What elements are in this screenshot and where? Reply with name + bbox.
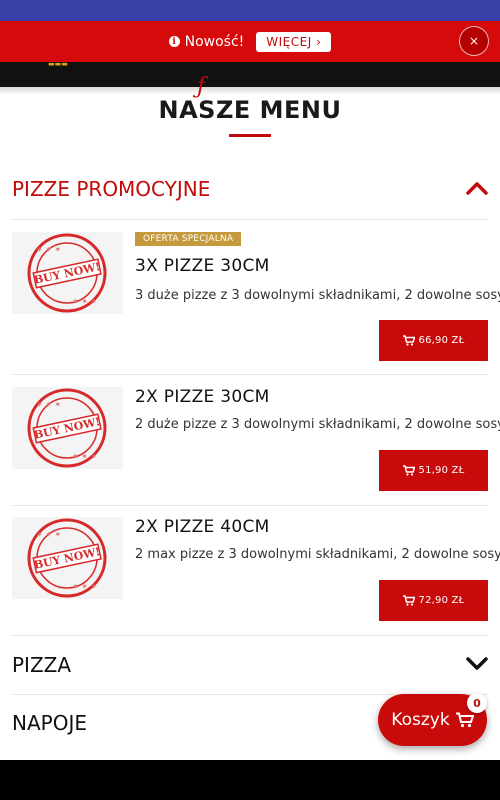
bottom-bar [0, 760, 500, 800]
chevron-down-icon[interactable] [466, 656, 488, 675]
category-pizza[interactable]: PIZZA [12, 636, 488, 694]
item-image: BUY NOW! ✶ ✶ ✶ ✶ ✶ ✶ [12, 232, 123, 314]
cart-count-badge: 0 [467, 693, 487, 713]
item-name: 2X PIZZE 40CM [135, 517, 270, 537]
menu-item: BUY NOW! ✶ ✶ ✶ ✶ ✶ ✶ 2X PIZZE 40CM 2 max… [12, 517, 500, 627]
item-name: 3X PIZZE 30CM [135, 256, 270, 276]
item-image: BUY NOW! ✶ ✶ ✶ ✶ ✶ ✶ [12, 517, 123, 599]
category-pizze-promocyjne[interactable]: PIZZE PROMOCYJNE [12, 160, 488, 218]
svg-text:✶ ✶ ✶: ✶ ✶ ✶ [36, 245, 61, 254]
svg-text:✶ ✶ ✶: ✶ ✶ ✶ [36, 530, 61, 539]
add-to-cart-button[interactable]: 51,90 ZŁ [379, 450, 488, 491]
price-label: 66,90 ZŁ [418, 335, 465, 346]
item-image: BUY NOW! ✶ ✶ ✶ ✶ ✶ ✶ [12, 387, 123, 469]
svg-text:✶ ✶ ✶: ✶ ✶ ✶ [72, 297, 97, 306]
svg-text:✶ ✶ ✶: ✶ ✶ ✶ [72, 452, 97, 461]
title-underline [229, 134, 271, 137]
svg-text:✶ ✶ ✶: ✶ ✶ ✶ [36, 400, 61, 409]
cart-icon [455, 712, 474, 728]
category-label: NAPOJE [12, 711, 87, 735]
announcement-bar: i Nowość! WIĘCEJ › [0, 21, 500, 62]
header-shadow [0, 87, 500, 95]
item-description: 2 duże pizze z 3 dowolnymi składnikami, … [135, 417, 500, 432]
category-label: PIZZE PROMOCYJNE [12, 177, 211, 201]
menu-item: BUY NOW! ✶ ✶ ✶ ✶ ✶ ✶ OFERTA SPECJALNA 3X… [12, 232, 500, 362]
item-description: 2 max pizze z 3 dowolnymi składnikami, 2… [135, 547, 500, 562]
item-description: 3 duże pizze z 3 dowolnymi składnikami, … [135, 288, 500, 303]
price-label: 72,90 ZŁ [418, 595, 465, 606]
price-label: 51,90 ZŁ [418, 465, 465, 476]
item-name: 2X PIZZE 30CM [135, 387, 270, 407]
add-to-cart-button[interactable]: 66,90 ZŁ [379, 320, 488, 361]
menu-item: BUY NOW! ✶ ✶ ✶ ✶ ✶ ✶ 2X PIZZE 30CM 2 duż… [12, 387, 500, 497]
thumb-text: BUY NOW! [33, 415, 102, 442]
divider [12, 505, 488, 506]
special-offer-badge: OFERTA SPECJALNA [135, 232, 242, 246]
top-color-bar [0, 0, 500, 21]
cart-label: Koszyk [391, 710, 450, 730]
divider [12, 219, 488, 220]
page-title: NASZE MENU [158, 96, 342, 124]
cart-icon [402, 335, 415, 346]
announcement-text: Nowość! [184, 33, 245, 50]
cart-icon [402, 465, 415, 476]
svg-text:✶ ✶ ✶: ✶ ✶ ✶ [72, 582, 97, 591]
chevron-up-icon[interactable] [466, 180, 488, 199]
cart-icon [402, 595, 415, 606]
thumb-text: BUY NOW! [33, 260, 102, 287]
more-button[interactable]: WIĘCEJ › [256, 31, 332, 52]
add-to-cart-button[interactable]: 72,90 ZŁ [379, 580, 488, 621]
info-icon: i [168, 36, 180, 47]
close-icon[interactable]: × [459, 26, 489, 56]
thumb-text: BUY NOW! [33, 545, 102, 572]
divider [12, 374, 488, 375]
category-label: PIZZA [12, 653, 72, 677]
